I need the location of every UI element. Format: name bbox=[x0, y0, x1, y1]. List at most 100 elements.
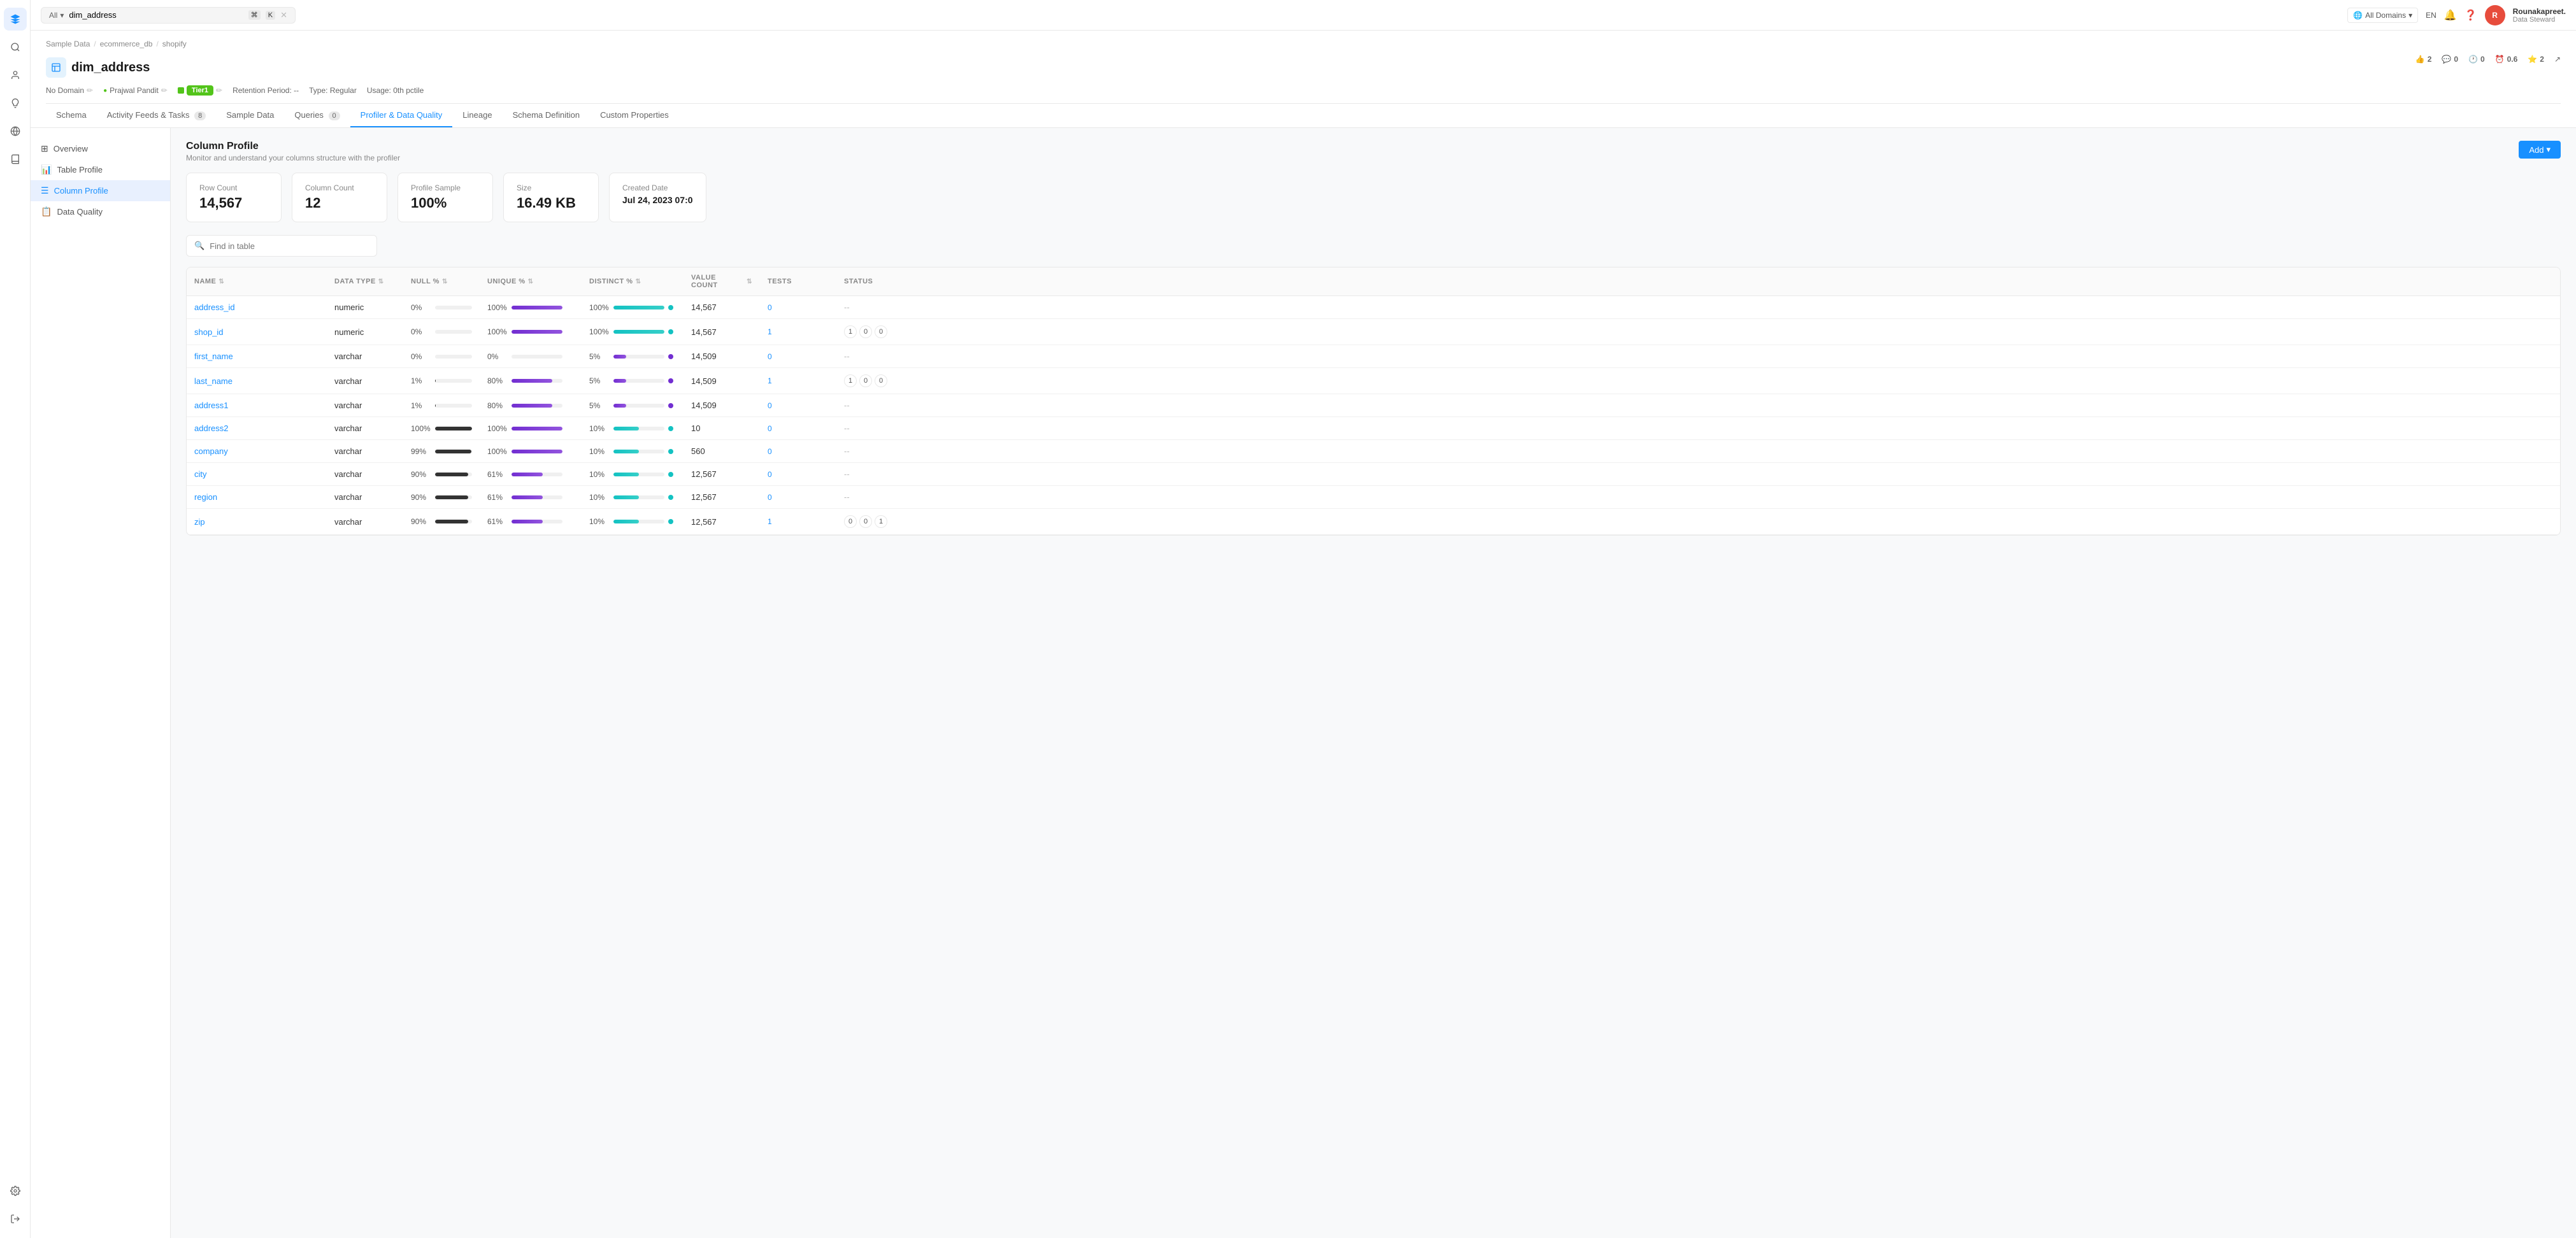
edit-owner-icon[interactable]: ✏ bbox=[161, 86, 168, 95]
search-type[interactable]: All bbox=[49, 11, 57, 20]
edit-tier-icon[interactable]: ✏ bbox=[216, 86, 222, 95]
column-name-link[interactable]: address1 bbox=[194, 401, 228, 410]
find-in-table-input[interactable] bbox=[210, 241, 369, 251]
cell-distinct-pct: 5% bbox=[582, 346, 683, 367]
nav-book-icon[interactable] bbox=[4, 148, 27, 171]
column-name-link[interactable]: region bbox=[194, 492, 217, 502]
entity-owner[interactable]: ● Prajwal Pandit ✏ bbox=[103, 86, 168, 95]
tab-queries[interactable]: Queries 0 bbox=[284, 104, 350, 127]
column-name-link[interactable]: last_name bbox=[194, 376, 233, 386]
sidebar-item-overview[interactable]: ⊞ Overview bbox=[31, 138, 170, 159]
sidebar-item-column-profile[interactable]: ☰ Column Profile bbox=[31, 180, 170, 201]
user-name: Rounakapreet. bbox=[2513, 7, 2566, 16]
th-unique-pct[interactable]: UNIQUE % ⇅ bbox=[480, 267, 582, 295]
status-badge-warn: 0 bbox=[875, 325, 887, 338]
sort-icon: ⇅ bbox=[442, 278, 448, 285]
star-action[interactable]: ⭐ 2 bbox=[2528, 55, 2544, 64]
column-name-link[interactable]: zip bbox=[194, 517, 205, 527]
search-input[interactable] bbox=[69, 10, 243, 20]
tab-lineage[interactable]: Lineage bbox=[452, 104, 502, 127]
nav-bulb-icon[interactable] bbox=[4, 92, 27, 115]
add-button[interactable]: Add ▾ bbox=[2519, 141, 2561, 159]
nav-search-icon[interactable] bbox=[4, 36, 27, 59]
cell-status: 1 0 0 bbox=[836, 368, 926, 394]
tab-custom-props[interactable]: Custom Properties bbox=[590, 104, 679, 127]
nav-globe-icon[interactable] bbox=[4, 120, 27, 143]
tab-sample-data[interactable]: Sample Data bbox=[216, 104, 284, 127]
global-search[interactable]: All ▾ ⌘ K ✕ bbox=[41, 7, 296, 24]
help-icon[interactable]: ❓ bbox=[2465, 9, 2477, 22]
nav-user-icon[interactable] bbox=[4, 64, 27, 87]
tests-link[interactable]: 0 bbox=[768, 447, 772, 456]
like-action[interactable]: 👍 2 bbox=[2415, 55, 2432, 64]
nav-settings-icon[interactable] bbox=[4, 1179, 27, 1202]
tests-link[interactable]: 0 bbox=[768, 493, 772, 502]
tests-link[interactable]: 1 bbox=[768, 376, 772, 385]
stat-size: Size 16.49 KB bbox=[503, 173, 599, 222]
stat-column-count: Column Count 12 bbox=[292, 173, 387, 222]
breadcrumb-ecommerce[interactable]: ecommerce_db bbox=[100, 39, 153, 48]
th-value-count[interactable]: VALUE COUNT ⇅ bbox=[683, 267, 760, 295]
cell-status: -- bbox=[836, 463, 926, 485]
sidebar-item-data-quality[interactable]: 📋 Data Quality bbox=[31, 201, 170, 222]
sidebar-item-table-profile[interactable]: 📊 Table Profile bbox=[31, 159, 170, 180]
tab-schema-def[interactable]: Schema Definition bbox=[503, 104, 590, 127]
null-progress-bar bbox=[435, 355, 472, 359]
table-search[interactable]: 🔍 bbox=[186, 235, 377, 257]
breadcrumb-shopify[interactable]: shopify bbox=[162, 39, 187, 48]
tests-link[interactable]: 0 bbox=[768, 470, 772, 479]
share-icon[interactable]: ↗ bbox=[2554, 55, 2561, 64]
th-distinct-pct[interactable]: DISTINCT % ⇅ bbox=[582, 267, 683, 295]
status-group: 1 0 0 bbox=[844, 325, 887, 338]
nav-logout-icon[interactable] bbox=[4, 1207, 27, 1230]
cell-null-pct: 1% bbox=[403, 395, 480, 416]
close-icon[interactable]: ✕ bbox=[280, 10, 287, 20]
stat-profile-sample: Profile Sample 100% bbox=[397, 173, 493, 222]
time-action[interactable]: 🕐 0 bbox=[2468, 55, 2485, 64]
cell-data-type: varchar bbox=[327, 463, 403, 485]
th-data-type[interactable]: DATA TYPE ⇅ bbox=[327, 267, 403, 295]
column-name-link[interactable]: address2 bbox=[194, 423, 228, 433]
language-selector[interactable]: EN bbox=[2426, 11, 2436, 20]
entity-domain[interactable]: No Domain ✏ bbox=[46, 86, 93, 95]
tab-profiler[interactable]: Profiler & Data Quality bbox=[350, 104, 453, 127]
breadcrumb-sample-data[interactable]: Sample Data bbox=[46, 39, 90, 48]
cell-unique-pct: 0% bbox=[480, 346, 582, 367]
tests-link[interactable]: 1 bbox=[768, 327, 772, 336]
cell-null-pct: 90% bbox=[403, 464, 480, 485]
tests-link[interactable]: 0 bbox=[768, 424, 772, 433]
cell-name: address1 bbox=[187, 394, 327, 416]
top-bar: All ▾ ⌘ K ✕ 🌐 All Domains ▾ EN 🔔 ❓ R bbox=[31, 0, 2576, 31]
tests-link[interactable]: 0 bbox=[768, 401, 772, 410]
th-status[interactable]: STATUS bbox=[836, 267, 926, 295]
tab-schema[interactable]: Schema bbox=[46, 104, 97, 127]
domain-selector[interactable]: 🌐 All Domains ▾ bbox=[2347, 8, 2418, 23]
column-name-link[interactable]: address_id bbox=[194, 302, 235, 312]
cell-unique-pct: 100% bbox=[480, 418, 582, 439]
distinct-progress-bar bbox=[613, 473, 664, 476]
th-tests[interactable]: TESTS bbox=[760, 267, 836, 295]
tests-link[interactable]: 1 bbox=[768, 517, 772, 526]
tab-activity-feeds[interactable]: Activity Feeds & Tasks 8 bbox=[97, 104, 217, 127]
column-name-link[interactable]: company bbox=[194, 446, 228, 456]
th-null-pct[interactable]: NULL % ⇅ bbox=[403, 267, 480, 295]
schedule-action[interactable]: ⏰ 0.6 bbox=[2495, 55, 2518, 64]
comment-action[interactable]: 💬 0 bbox=[2442, 55, 2458, 64]
nav-layers-icon[interactable] bbox=[4, 8, 27, 31]
entity-tier[interactable]: Tier1 ✏ bbox=[178, 85, 222, 96]
sort-icon: ⇅ bbox=[378, 278, 384, 285]
column-name-link[interactable]: city bbox=[194, 469, 207, 479]
cell-name: zip bbox=[187, 511, 327, 533]
bell-icon[interactable]: 🔔 bbox=[2444, 9, 2457, 22]
status-group: 0 0 1 bbox=[844, 515, 887, 528]
column-name-link[interactable]: shop_id bbox=[194, 327, 224, 337]
tests-link[interactable]: 0 bbox=[768, 352, 772, 361]
avatar[interactable]: R bbox=[2485, 5, 2505, 25]
cell-value-count: 14,509 bbox=[683, 394, 760, 416]
column-name-link[interactable]: first_name bbox=[194, 352, 233, 361]
chevron-down-icon: ▾ bbox=[2546, 145, 2551, 155]
th-name[interactable]: NAME ⇅ bbox=[187, 267, 327, 295]
edit-domain-icon[interactable]: ✏ bbox=[87, 86, 93, 95]
tests-link[interactable]: 0 bbox=[768, 303, 772, 312]
entity-retention[interactable]: Retention Period: -- bbox=[233, 86, 299, 95]
